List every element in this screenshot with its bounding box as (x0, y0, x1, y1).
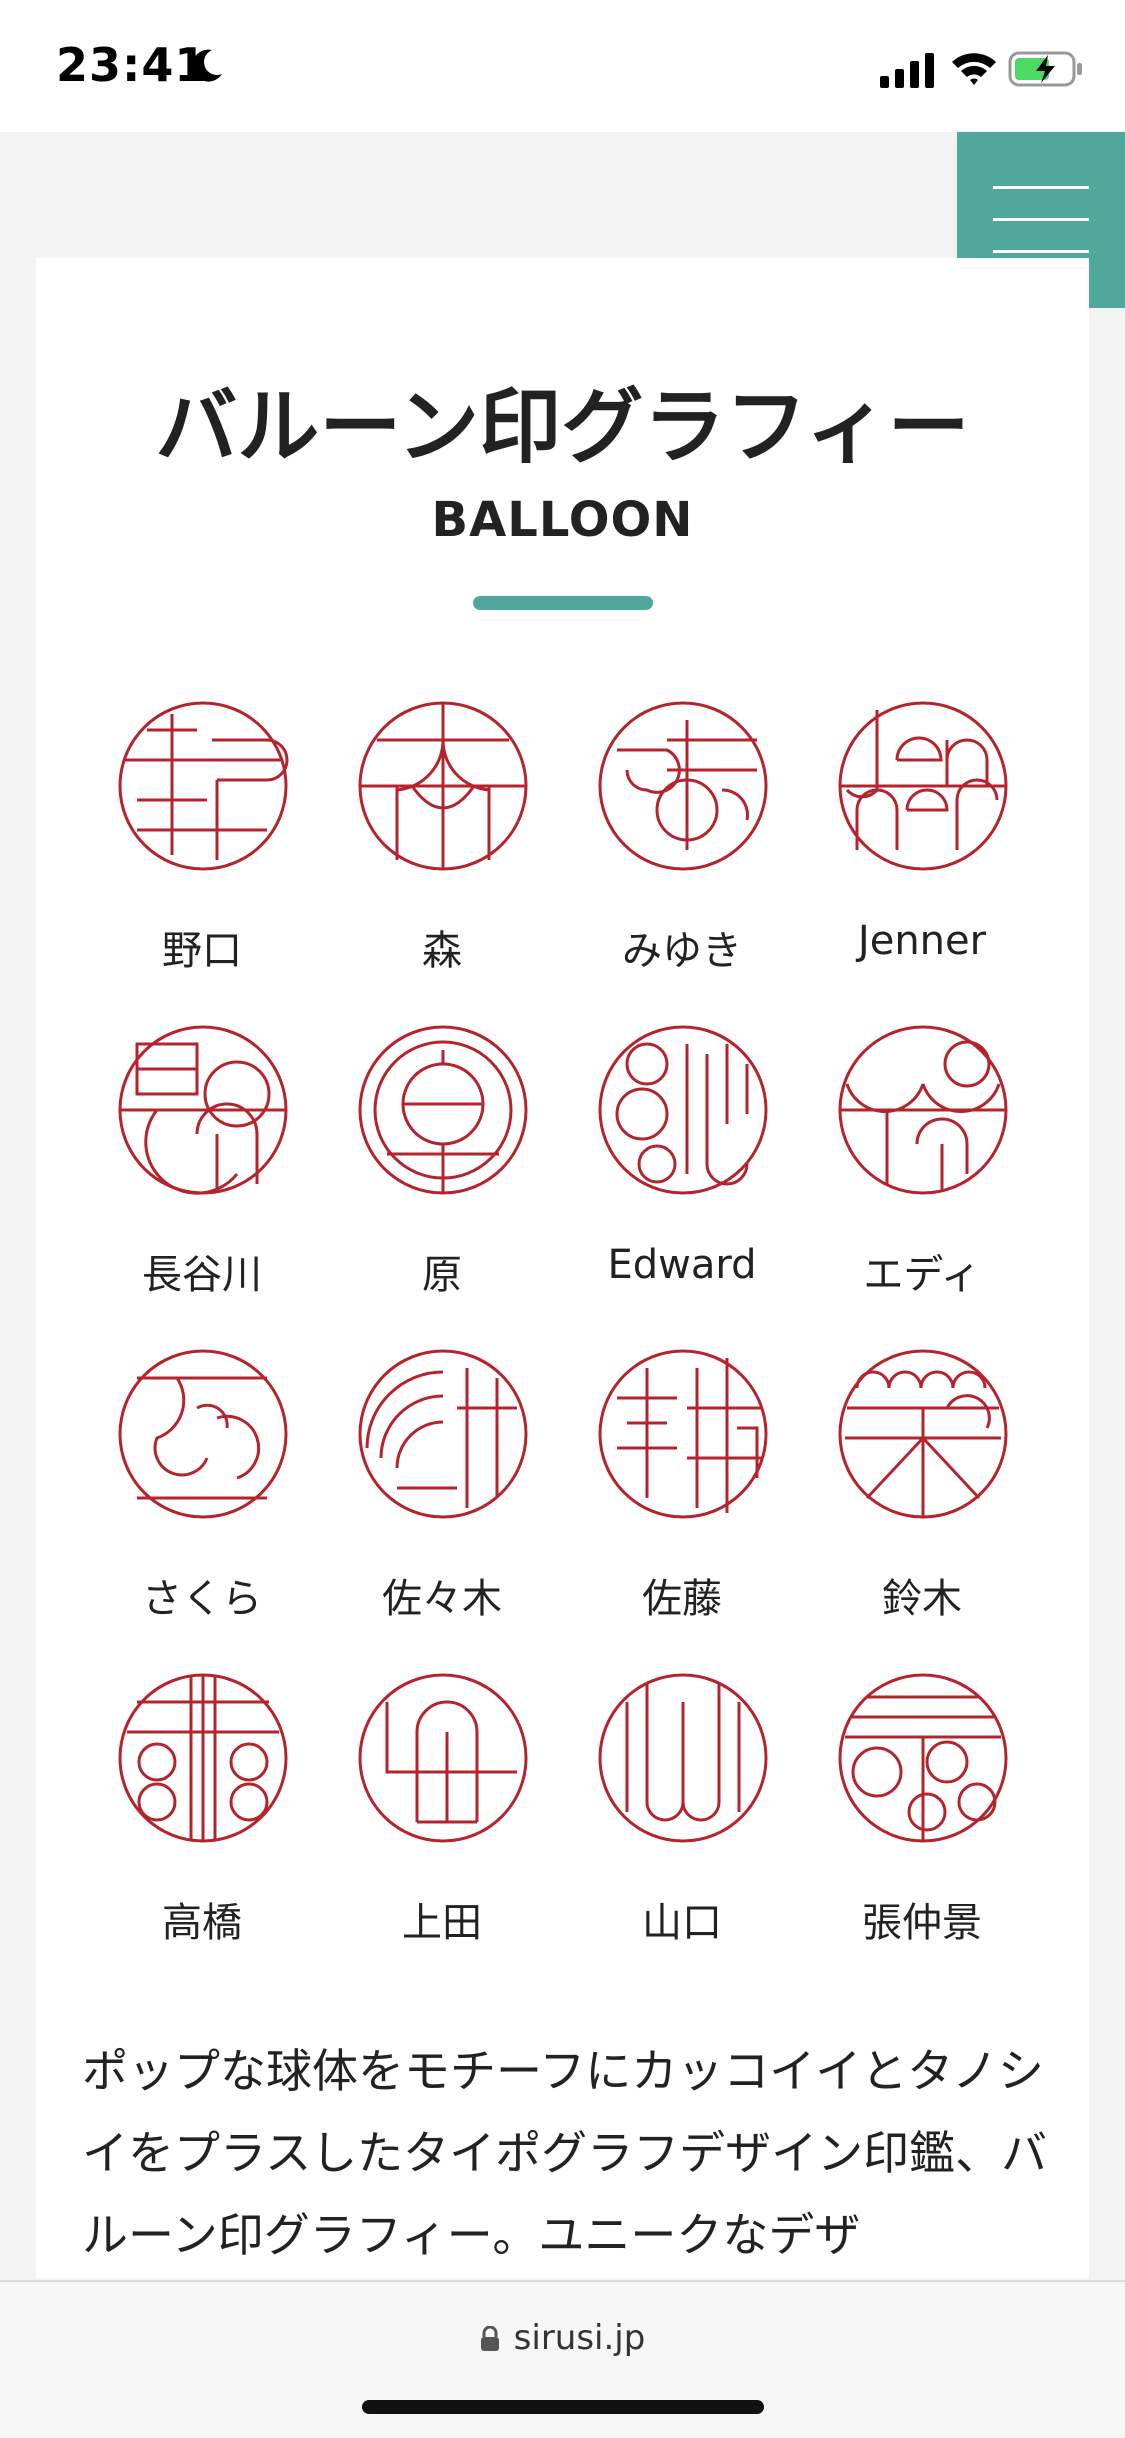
seal-label: 佐々木 (382, 1576, 502, 1622)
cellular-signal-icon (880, 53, 934, 88)
seal-label: みゆき (622, 928, 742, 974)
seal-item[interactable]: みゆき (562, 700, 802, 1020)
seal-item[interactable]: 高橋 (82, 1672, 322, 1992)
seal-icon (118, 701, 289, 871)
seal-icon (358, 1025, 528, 1195)
seal-item[interactable]: 長谷川 (82, 1024, 322, 1344)
seal-icon (358, 1349, 528, 1519)
url-text: sirusi.jp (513, 2318, 646, 2358)
seal-item[interactable]: エディ (802, 1024, 1042, 1344)
home-indicator[interactable] (362, 2400, 764, 2414)
seal-item[interactable]: 野口 (82, 700, 322, 1020)
status-bar: 23:41 (0, 0, 1125, 132)
seal-icon (118, 1025, 288, 1195)
seal-label: 森 (422, 928, 462, 974)
menu-icon-bar (993, 250, 1089, 253)
seal-label: 佐藤 (642, 1576, 722, 1622)
seal-label: 原 (422, 1252, 462, 1298)
seal-item[interactable]: 張仲景 (802, 1672, 1042, 1992)
seal-icon (838, 701, 1008, 871)
seal-item[interactable]: Jenner (802, 700, 1042, 1020)
seal-item[interactable]: 山口 (562, 1672, 802, 1992)
menu-icon-bar (993, 218, 1089, 221)
seal-label: 上田 (402, 1900, 482, 1946)
seal-item[interactable]: 上田 (322, 1672, 562, 1992)
lock-icon (480, 2326, 499, 2351)
seal-icon (838, 1349, 1008, 1519)
address-bar[interactable]: sirusi.jp (0, 2318, 1125, 2358)
title-underline (473, 596, 653, 610)
seal-item[interactable]: 森 (322, 700, 562, 1020)
seal-icon (358, 1673, 528, 1843)
seal-label: 山口 (642, 1900, 722, 1946)
seal-item[interactable]: 原 (322, 1024, 562, 1344)
seal-icon (598, 1673, 768, 1843)
seal-icon (598, 1025, 768, 1195)
seal-label: 鈴木 (882, 1576, 962, 1622)
seal-icon (838, 1673, 1008, 1843)
seal-icon (358, 701, 528, 871)
seal-icon (118, 1673, 288, 1843)
seal-label: 張仲景 (862, 1900, 982, 1946)
battery-charging-icon (1008, 51, 1082, 87)
seal-icon (118, 1349, 288, 1519)
seal-label: エディ (863, 1252, 981, 1298)
page-subtitle: BALLOON (431, 492, 694, 548)
description-text: ポップな球体をモチーフにカッコイイとタノシイをプラスしたタイポグラフデザイン印鑑… (82, 2044, 1048, 2262)
seal-label: 野口 (162, 928, 242, 974)
seal-icon (838, 1025, 1008, 1195)
seal-item[interactable]: Edward (562, 1024, 802, 1344)
wifi-icon (952, 53, 996, 85)
seal-label: Jenner (857, 918, 987, 964)
seal-item[interactable]: 鈴木 (802, 1348, 1042, 1668)
seal-item[interactable]: さくら (82, 1348, 322, 1668)
page-title: バルーン印グラフィー (155, 380, 970, 475)
menu-icon-bar (993, 186, 1089, 189)
seal-icon (598, 701, 768, 871)
seal-label: さくら (142, 1576, 262, 1622)
seal-label: Edward (607, 1242, 757, 1288)
seal-label: 長谷川 (142, 1252, 262, 1298)
seal-label: 高橋 (162, 1900, 242, 1946)
seal-item[interactable]: 佐藤 (562, 1348, 802, 1668)
status-time: 23:41 (56, 38, 208, 92)
moon-icon (192, 49, 222, 82)
seal-grid: 野口 森 みゆき Jenner 長谷川 原 Edward エディ さくら 佐々木… (82, 700, 1042, 1970)
seal-item[interactable]: 佐々木 (322, 1348, 562, 1668)
seal-icon (598, 1349, 768, 1519)
browser-bottom-bar: sirusi.jp (0, 2280, 1125, 2438)
